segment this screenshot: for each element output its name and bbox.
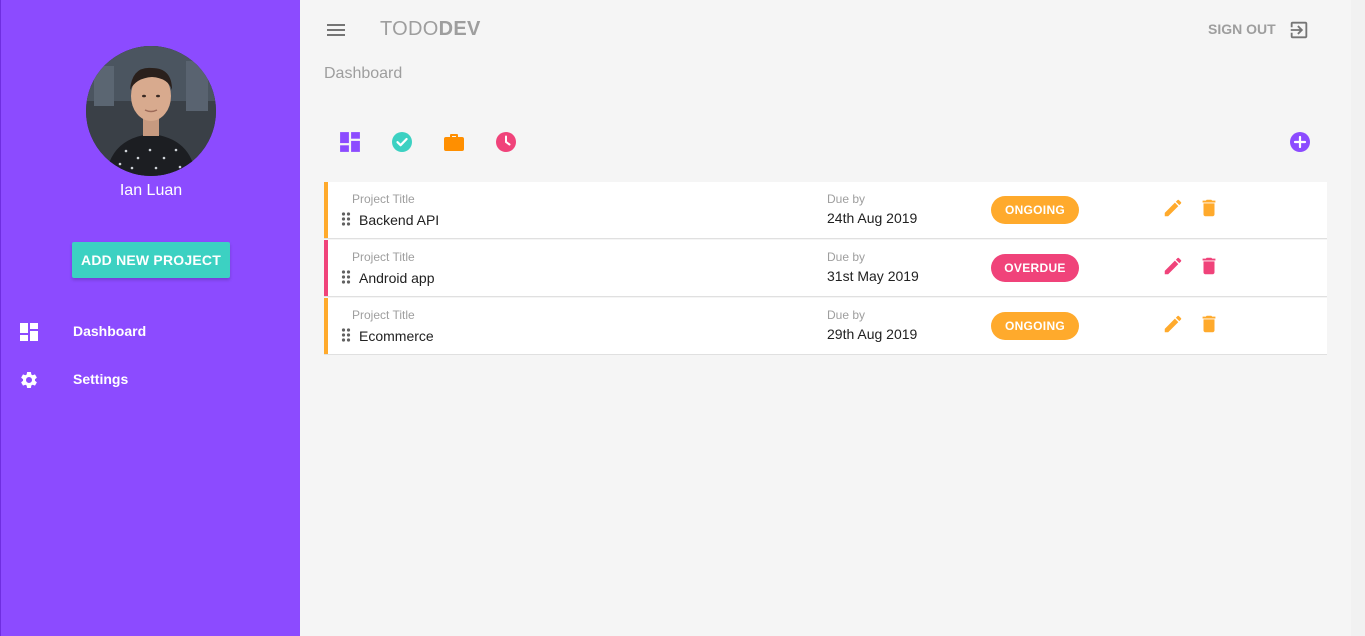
sign-out-button[interactable]: SIGN OUT bbox=[1208, 21, 1276, 37]
sidebar-item-label: Settings bbox=[73, 371, 129, 387]
page-title: Dashboard bbox=[324, 65, 403, 82]
clock-icon[interactable] bbox=[495, 131, 517, 153]
add-new-project-button[interactable]: ADD NEW PROJECT bbox=[72, 242, 230, 278]
project-title: Backend API bbox=[359, 212, 440, 228]
status-badge: OVERDUE bbox=[991, 254, 1079, 282]
due-date: 24th Aug 2019 bbox=[827, 210, 918, 226]
project-row[interactable]: Project Title Android app Due by 31st Ma… bbox=[324, 240, 1327, 297]
menu-icon[interactable] bbox=[326, 20, 346, 40]
due-date: 29th Aug 2019 bbox=[827, 326, 918, 342]
due-date: 31st May 2019 bbox=[827, 268, 919, 284]
status-badge: ONGOING bbox=[991, 312, 1079, 340]
delete-icon[interactable] bbox=[1198, 255, 1220, 277]
check-circle-icon[interactable] bbox=[391, 131, 413, 153]
drag-handle-icon[interactable] bbox=[341, 212, 351, 226]
status-stripe bbox=[324, 182, 328, 238]
edit-icon[interactable] bbox=[1162, 313, 1184, 335]
sidebar-item-label: Dashboard bbox=[73, 323, 147, 339]
project-title-caption: Project Title bbox=[352, 250, 415, 264]
due-caption: Due by bbox=[827, 308, 866, 322]
status-stripe bbox=[324, 298, 328, 354]
brand-bold: DEV bbox=[438, 18, 481, 40]
project-title-caption: Project Title bbox=[352, 192, 415, 206]
briefcase-icon[interactable] bbox=[443, 131, 465, 153]
due-caption: Due by bbox=[827, 250, 866, 264]
brand-light: TODO bbox=[380, 18, 439, 40]
project-row[interactable]: Project Title Backend API Due by 24th Au… bbox=[324, 182, 1327, 239]
drag-handle-icon[interactable] bbox=[341, 328, 351, 342]
sidebar-item-dashboard[interactable]: Dashboard bbox=[1, 312, 301, 352]
status-badge: ONGOING bbox=[991, 196, 1079, 224]
page-scrollbar[interactable] bbox=[1351, 0, 1365, 636]
project-title-caption: Project Title bbox=[352, 308, 415, 322]
drag-handle-icon[interactable] bbox=[341, 270, 351, 284]
project-row[interactable]: Project Title Ecommerce Due by 29th Aug … bbox=[324, 298, 1327, 355]
delete-icon[interactable] bbox=[1198, 197, 1220, 219]
edit-icon[interactable] bbox=[1162, 255, 1184, 277]
sidebar: Ian Luan ADD NEW PROJECT Dashboard Setti… bbox=[0, 0, 300, 636]
project-title: Android app bbox=[359, 270, 435, 286]
dashboard-icon[interactable] bbox=[339, 131, 361, 153]
dashboard-icon bbox=[19, 322, 39, 342]
gear-icon bbox=[19, 370, 39, 390]
exit-icon[interactable] bbox=[1288, 19, 1310, 41]
delete-icon[interactable] bbox=[1198, 313, 1220, 335]
avatar[interactable] bbox=[86, 46, 216, 176]
user-name: Ian Luan bbox=[119, 182, 183, 199]
status-stripe bbox=[324, 240, 328, 296]
due-caption: Due by bbox=[827, 192, 866, 206]
edit-icon[interactable] bbox=[1162, 197, 1184, 219]
project-title: Ecommerce bbox=[359, 328, 434, 344]
app-brand: TODODEV bbox=[380, 18, 481, 41]
add-project-icon[interactable] bbox=[1289, 131, 1311, 153]
sidebar-item-settings[interactable]: Settings bbox=[1, 360, 301, 400]
